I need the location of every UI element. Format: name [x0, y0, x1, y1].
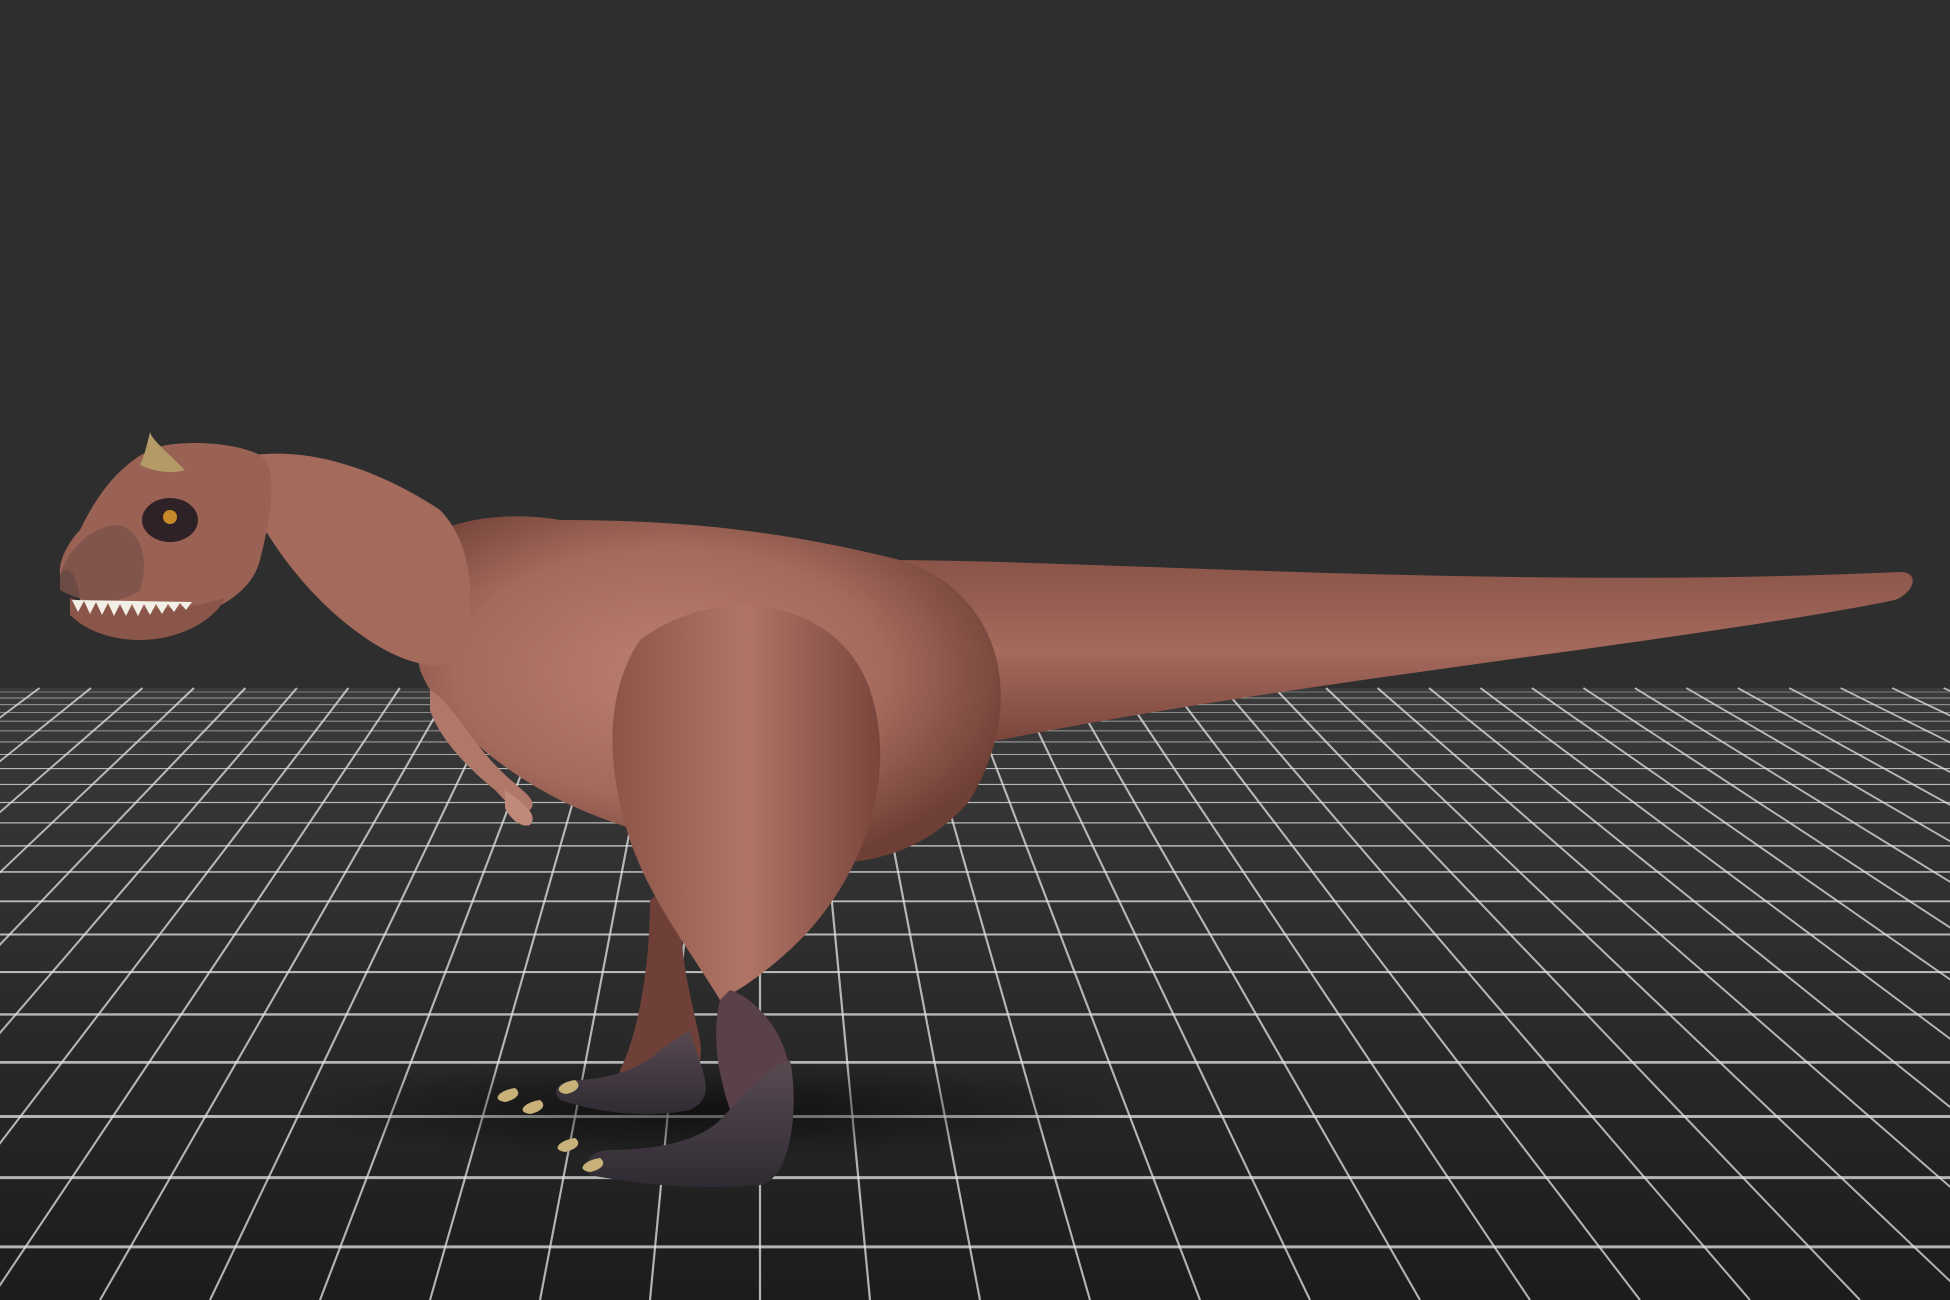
3d-viewport[interactable]	[0, 0, 1950, 1300]
eye	[163, 510, 177, 524]
viewport-scene[interactable]	[0, 0, 1950, 1300]
